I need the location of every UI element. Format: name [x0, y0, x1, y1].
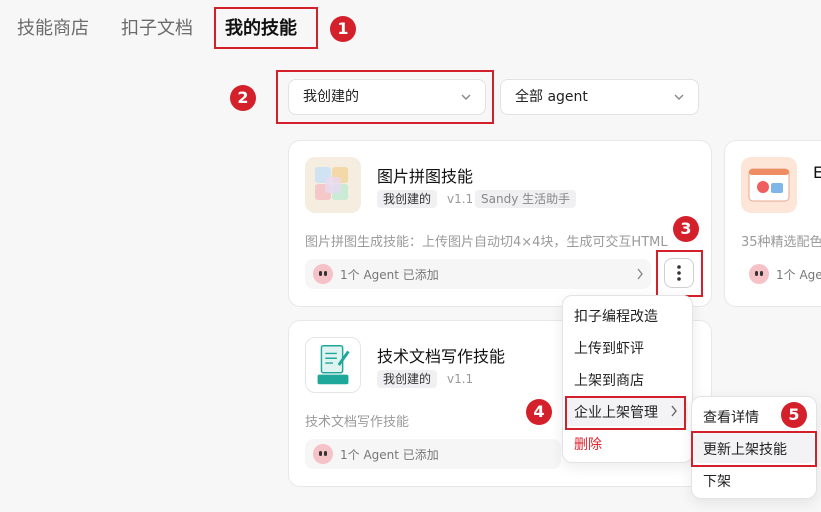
menu-item-coze-rework[interactable]: 扣子编程改造 — [574, 306, 658, 326]
version-label: v1.1 — [447, 372, 474, 386]
agent-count-label: 1个 Agent 已添加 — [340, 268, 439, 282]
menu-item-upload-xiaping[interactable]: 上传到虾评 — [574, 338, 644, 358]
agent-avatar-icon — [313, 264, 333, 284]
doc-writing-icon — [317, 344, 350, 385]
step-marker-1: 1 — [330, 16, 356, 42]
step-marker-4: 4 — [526, 399, 552, 425]
card-title: E — [813, 163, 821, 182]
agent-avatar-icon — [749, 264, 769, 284]
card-description: 技术文档写作技能 — [305, 415, 410, 430]
submenu-item-view-details[interactable]: 查看详情 — [703, 407, 759, 427]
agent-tag: Sandy 生活助手 — [475, 190, 577, 208]
tab-coze-docs[interactable]: 扣子文档 — [121, 14, 193, 40]
chevron-right-icon — [637, 268, 643, 280]
skill-thumbnail-palette — [741, 157, 797, 213]
skill-thumbnail-doc — [305, 337, 361, 393]
highlight-box-enterprise — [565, 396, 686, 430]
highlight-box-update — [691, 431, 817, 467]
step-marker-2: 2 — [230, 85, 256, 111]
chevron-down-icon — [674, 94, 684, 100]
card-title: 图片拼图技能 — [377, 167, 474, 186]
submenu-item-unpublish[interactable]: 下架 — [703, 471, 731, 491]
agent-filter-value: 全部 agent — [515, 89, 588, 105]
creator-badge: 我创建的 — [377, 190, 438, 208]
creator-badge: 我创建的 — [377, 370, 438, 388]
palette-icon — [748, 168, 790, 202]
step-marker-5: 5 — [781, 402, 807, 428]
highlight-box-more — [656, 250, 703, 297]
card-title: 技术文档写作技能 — [377, 347, 506, 366]
agent-count-label: 1个 Agent — [776, 268, 821, 282]
agent-avatar-icon — [313, 444, 333, 464]
menu-item-delete[interactable]: 删除 — [574, 434, 602, 454]
card-description: 图片拼图生成技能：上传图片自动切4×4块，生成可交互HTML — [305, 235, 668, 250]
step-marker-3: 3 — [673, 216, 699, 242]
agent-filter-select[interactable]: 全部 agent — [500, 79, 699, 115]
menu-item-publish-store[interactable]: 上架到商店 — [574, 370, 644, 390]
highlight-box-tab — [214, 7, 318, 49]
skill-thumbnail-puzzle — [305, 157, 361, 213]
version-label: v1.1 — [447, 192, 474, 206]
card-description: 35种精选配色 — [741, 235, 821, 250]
tab-skill-store[interactable]: 技能商店 — [17, 14, 89, 40]
highlight-box-filter — [276, 70, 494, 124]
puzzle-cube-icon — [315, 167, 348, 200]
agent-count-label: 1个 Agent 已添加 — [340, 448, 439, 462]
